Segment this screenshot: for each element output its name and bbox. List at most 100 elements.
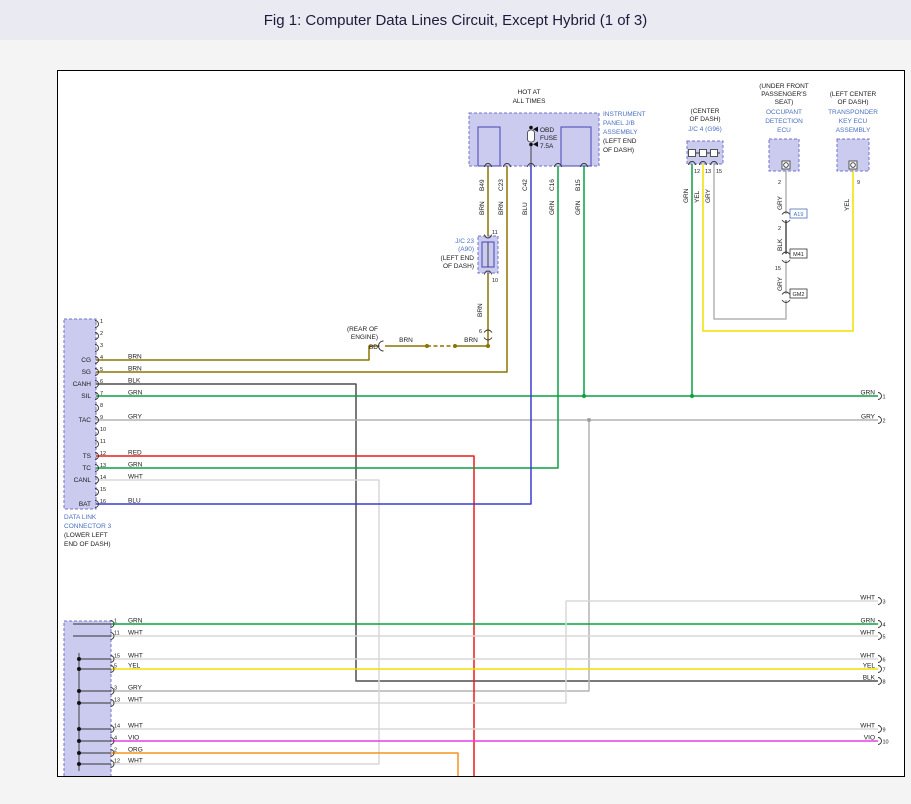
dlc3-pin-number: 1	[100, 319, 103, 325]
bus-junction-dot	[77, 667, 81, 671]
fuse-label: FUSE	[540, 135, 558, 142]
wire-color-label: ORG	[128, 747, 143, 754]
fuse-rating: 7.5A	[540, 143, 554, 150]
transponder-location: OF DASH)	[837, 99, 868, 106]
transponder-name: TRANSPONDER	[828, 109, 878, 116]
wire-color-label: GRN	[861, 390, 876, 397]
dlc3-pin-number: 5	[100, 367, 103, 373]
junction-dot	[582, 394, 586, 398]
wire-occupant-gry3	[714, 164, 786, 319]
wire-color-label: GRY	[777, 195, 784, 210]
jc4-terminal	[689, 150, 696, 157]
pin-bracket	[878, 621, 882, 628]
junction-dot	[453, 344, 457, 348]
wire-color-label: WHT	[128, 653, 143, 660]
bd-splice: (REAR OF ENGINE) BD BRN BRN	[347, 326, 478, 351]
jc23-name: J/C 23	[455, 238, 474, 245]
jb-location: OF DASH)	[603, 147, 634, 154]
hot-at-label: HOT AT	[518, 89, 541, 96]
dlc3-pin-number: 2	[100, 331, 103, 337]
wire-color-label: BRN	[477, 303, 484, 317]
wire-color-label: BRN	[399, 337, 413, 344]
dlc3-pin-number: 16	[100, 499, 106, 505]
wiring-diagram: HOT AT ALL TIMES OBD FUSE 7.5A INSTRUMEN…	[58, 71, 904, 776]
figure-title: Fig 1: Computer Data Lines Circuit, Exce…	[264, 12, 647, 29]
wire-color-label: WHT	[860, 630, 875, 637]
wire-bottom13-wht	[111, 601, 878, 703]
transponder-name: KEY ECU	[839, 118, 868, 125]
wire-color-label: YEL	[128, 663, 141, 670]
occupant-location: SEAT)	[775, 99, 794, 106]
junction-dot	[587, 418, 591, 422]
dlc3-pin-number: 11	[100, 439, 106, 445]
dlc3-location: END OF DASH)	[64, 541, 111, 548]
right-pin-number: 2	[883, 419, 886, 425]
wire-color-label: GRN	[128, 618, 143, 625]
jc23-code: (A90)	[458, 246, 474, 253]
dlc3-signal-label: TS	[83, 453, 92, 460]
jb-name: INSTRUMENT	[603, 111, 646, 118]
wire-color-label: GRN	[549, 200, 556, 215]
right-pin-number: 7	[883, 668, 886, 674]
occupant-location: (UNDER FRONT	[759, 83, 808, 90]
bd-code: BD	[369, 344, 378, 351]
bottom-pin-number: 3	[114, 686, 117, 692]
wire-color-label: BLK	[777, 238, 784, 251]
pin-bracket	[878, 666, 882, 673]
dlc3-pin-number: 12	[100, 451, 106, 457]
pin-bracket	[878, 678, 882, 685]
wire-color-label: WHT	[128, 697, 143, 704]
dlc3-name: CONNECTOR 3	[64, 523, 112, 530]
dlc3-signal-label: CG	[81, 357, 91, 364]
right-pin-number: 9	[883, 728, 886, 734]
dlc3-signal-label: SIL	[81, 393, 91, 400]
wire-color-label: YEL	[844, 198, 851, 211]
bus-junction-dot	[77, 701, 81, 705]
dlc3-signal-label: CANH	[73, 381, 92, 388]
figure-title-bar: Fig 1: Computer Data Lines Circuit, Exce…	[0, 0, 911, 40]
wire-color-label: WHT	[128, 474, 143, 481]
dlc3-pin-number: 7	[100, 391, 103, 397]
jc23: 11 10 J/C 23 (A90) (LEFT END OF DASH) BR…	[441, 230, 499, 340]
wire-color-label: GRN	[128, 390, 143, 397]
wire-color-label: BRN	[498, 201, 505, 215]
fuse-label: OBD	[540, 127, 554, 134]
wire-color-label: GRY	[128, 414, 143, 421]
dlc3-signal-label: TAC	[78, 417, 91, 424]
bottom-pin-number: 15	[114, 654, 120, 660]
bus-junction-dot	[77, 762, 81, 766]
occupant-name: ECU	[777, 127, 791, 134]
dlc3-pin-number: 4	[100, 355, 103, 361]
inline-pin-number: 6	[479, 329, 482, 335]
jc4-pin-number: 13	[705, 169, 711, 175]
pin-bracket	[878, 738, 882, 745]
dlc3-pin-number: 10	[100, 427, 106, 433]
right-pin-number: 6	[883, 658, 886, 664]
dlc3-signal-label: CANL	[74, 477, 92, 484]
dlc3-pin-number: 13	[100, 463, 106, 469]
jb-name: ASSEMBLY	[603, 129, 638, 136]
wire-bat-blu	[96, 166, 531, 504]
pin-bracket	[878, 393, 882, 400]
wire-color-label: GRY	[705, 188, 712, 203]
jb-pin-id: C16	[549, 179, 556, 191]
dlc3-pin-number: 8	[100, 403, 103, 409]
wire-color-label: YEL	[694, 190, 701, 203]
jb-pin-id: B15	[575, 179, 582, 191]
wire-color-label: VIO	[864, 735, 875, 742]
wire-color-label: WHT	[860, 723, 875, 730]
pin-number: 2	[778, 226, 781, 232]
jc4-pin-number: 12	[694, 169, 700, 175]
pin-number: 15	[775, 266, 781, 272]
transponder-terminal	[849, 161, 857, 169]
wire-color-label: BRN	[479, 201, 486, 215]
jb-location: (LEFT END	[603, 138, 637, 145]
wire-bottom-gry-branch	[111, 420, 589, 691]
diagram-canvas: HOT AT ALL TIMES OBD FUSE 7.5A INSTRUMEN…	[57, 70, 905, 777]
dlc3-pin-number: 3	[100, 343, 103, 349]
bus-junction-dot	[77, 739, 81, 743]
pin-bracket	[878, 726, 882, 733]
bottom-pin-number: 11	[114, 631, 120, 637]
jc4-pin-number: 15	[716, 169, 722, 175]
bottom-pin-number: 12	[114, 759, 120, 765]
